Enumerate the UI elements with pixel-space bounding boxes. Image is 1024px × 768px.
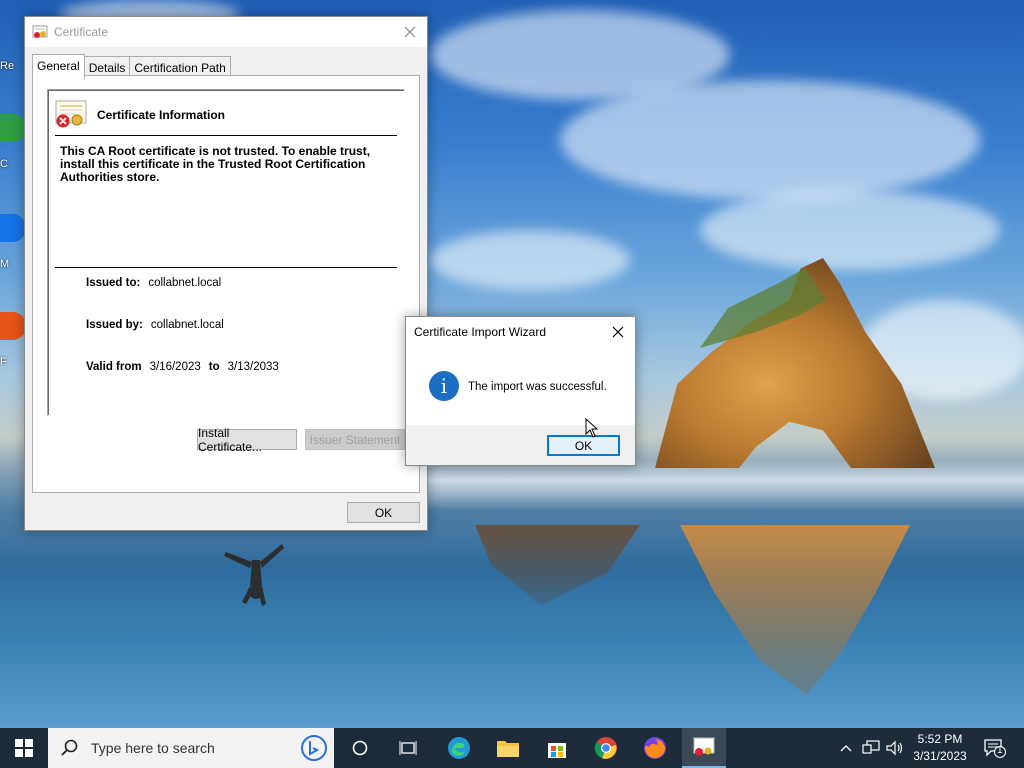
valid-to-label: to — [208, 361, 220, 373]
certificate-ok-button[interactable]: OK — [347, 502, 420, 523]
task-view-button[interactable] — [388, 728, 428, 768]
action-center-button[interactable]: 1 — [978, 728, 1012, 768]
volume-button[interactable] — [883, 728, 907, 768]
taskbar-search-box[interactable]: Type here to search — [48, 728, 334, 768]
cloud — [430, 230, 630, 290]
certificate-info-header: Certificate Information — [55, 100, 225, 130]
tab-general[interactable]: General — [32, 54, 85, 79]
valid-from-value: 3/16/2023 — [149, 361, 201, 373]
clock-button[interactable]: 5:52 PM 3/31/2023 — [908, 728, 972, 768]
certificate-titlebar[interactable]: Certificate — [25, 17, 427, 47]
close-button[interactable] — [393, 17, 427, 47]
valid-to-value: 3/13/2033 — [227, 361, 279, 373]
chrome-icon — [594, 737, 617, 759]
desktop-icon-label: F — [0, 356, 7, 368]
task-view-icon — [399, 741, 417, 755]
edge-icon — [448, 737, 470, 759]
issued-by-value: collabnet.local — [150, 319, 224, 331]
issued-to-label: Issued to: — [86, 277, 141, 289]
person-silhouette — [224, 544, 284, 606]
network-button[interactable] — [859, 728, 883, 768]
folder-icon — [497, 741, 519, 757]
store-taskbar-button[interactable] — [536, 728, 578, 768]
chrome-taskbar-button[interactable] — [585, 728, 627, 768]
chevron-up-icon — [840, 745, 852, 752]
valid-from-label: Valid from — [86, 361, 142, 373]
wizard-titlebar[interactable]: Certificate Import Wizard — [406, 317, 635, 347]
info-icon: i — [429, 371, 459, 401]
tab-strip: General Details Certification Path — [32, 54, 231, 79]
rock-reflection — [475, 525, 640, 605]
close-icon — [612, 326, 624, 338]
wizard-close-button[interactable] — [601, 317, 635, 347]
firefox-desktop-icon[interactable] — [0, 312, 26, 340]
issuer-statement-button[interactable]: Issuer Statement — [305, 429, 405, 450]
firefox-icon — [644, 737, 666, 759]
search-icon — [61, 739, 78, 756]
certificate-info-title: Certificate Information — [97, 108, 226, 122]
validity-row: Valid from 3/16/2023 to 3/13/2033 — [86, 361, 279, 373]
general-tab-panel: Certificate Information This CA Root cer… — [32, 75, 420, 493]
mouse-cursor-icon — [585, 418, 599, 438]
cortana-button[interactable] — [340, 728, 380, 768]
windows-logo-icon — [15, 739, 33, 757]
divider — [55, 267, 397, 268]
issued-by-row: Issued by: collabnet.local — [86, 319, 224, 331]
issued-by-label: Issued by: — [86, 319, 143, 331]
cloud — [560, 80, 980, 200]
wizard-ok-button[interactable]: OK — [547, 435, 620, 456]
edge-desktop-icon[interactable] — [0, 214, 26, 242]
certificate-taskbar-button[interactable] — [682, 728, 726, 768]
issued-to-value: collabnet.local — [148, 277, 222, 289]
trust-warning-text: This CA Root certificate is not trusted.… — [60, 144, 371, 184]
cloud — [700, 190, 1000, 270]
speaker-icon — [886, 740, 903, 756]
desktop-icon-label: C — [0, 158, 8, 170]
search-placeholder: Type here to search — [91, 740, 215, 756]
desktop-icon-label: M — [0, 258, 10, 270]
certificate-icon — [32, 25, 48, 38]
chrome-desktop-icon[interactable] — [0, 114, 26, 142]
desktop-icon-label: Re — [0, 60, 15, 72]
import-wizard-dialog: Certificate Import Wizard i The import w… — [405, 316, 636, 466]
start-button[interactable] — [0, 728, 48, 768]
firefox-taskbar-button[interactable] — [634, 728, 676, 768]
divider — [55, 135, 397, 136]
wizard-title: Certificate Import Wizard — [414, 325, 547, 339]
certificate-icon — [693, 737, 715, 756]
certificate-info-box: Certificate Information This CA Root cer… — [47, 89, 405, 416]
network-icon — [862, 740, 880, 754]
notification-count-badge: 1 — [997, 745, 1003, 756]
wizard-message-area: i The import was successful. — [406, 347, 635, 425]
microsoft-store-icon — [548, 743, 566, 758]
import-success-message: The import was successful. — [468, 381, 607, 393]
cortana-icon — [352, 740, 368, 756]
untrusted-certificate-icon — [55, 100, 87, 128]
show-hidden-icons-button[interactable] — [836, 728, 856, 768]
rock-reflection — [680, 525, 910, 695]
clock-date: 3/31/2023 — [913, 749, 967, 763]
file-explorer-taskbar-button[interactable] — [487, 728, 529, 768]
edge-taskbar-button[interactable] — [438, 728, 480, 768]
taskbar: Type here to search 5:52 PM 3/31/2023 1 — [0, 728, 1024, 768]
install-certificate-button[interactable]: Install Certificate... — [197, 426, 297, 454]
clock-time: 5:52 PM — [917, 732, 963, 746]
issued-to-row: Issued to: collabnet.local — [86, 277, 221, 289]
close-icon — [404, 26, 416, 38]
bing-icon[interactable] — [300, 734, 328, 762]
certificate-dialog: Certificate General Details Certificatio… — [24, 16, 428, 531]
certificate-title: Certificate — [54, 25, 109, 39]
